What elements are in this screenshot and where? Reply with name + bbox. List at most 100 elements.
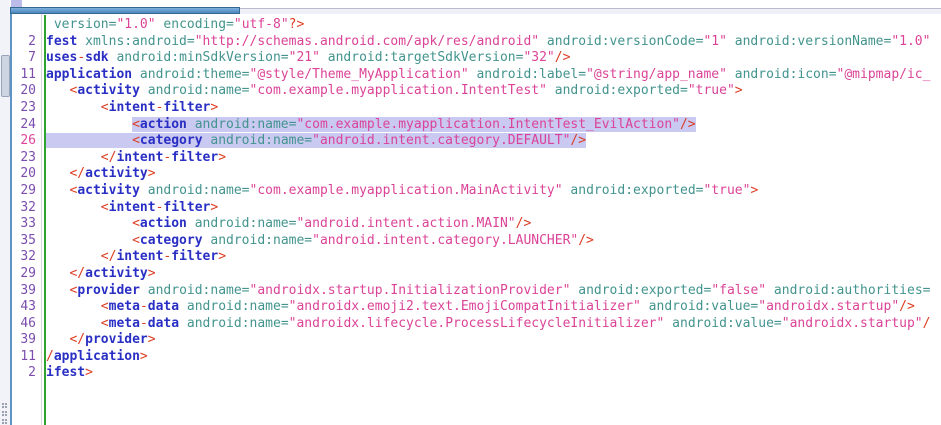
token: > xyxy=(210,100,218,115)
token: "com.example.myapplication.IntentTest" xyxy=(250,83,547,98)
resize-grip-icon[interactable] xyxy=(2,411,8,417)
token: /> xyxy=(555,50,571,65)
left-scrollbar[interactable] xyxy=(0,0,10,425)
token: > xyxy=(85,365,93,380)
code-line[interactable]: 39 </provider> xyxy=(12,332,941,349)
line-number: 32 xyxy=(12,249,46,266)
left-scrollbar-thumb[interactable] xyxy=(1,55,10,97)
token xyxy=(46,283,69,298)
code-line[interactable]: 35 <category android:name="android.inten… xyxy=(12,233,941,250)
token xyxy=(46,266,69,281)
token: "android.intent.category.DEFAULT" xyxy=(312,133,570,148)
code-line[interactable]: 23 <intent-filter> xyxy=(12,100,941,117)
token xyxy=(46,299,101,314)
token: > xyxy=(148,166,156,181)
token: "false" xyxy=(711,283,766,298)
token xyxy=(46,133,132,148)
token: "androidx.emoji2.text.EmojiCompatInitial… xyxy=(289,299,641,314)
token xyxy=(46,316,101,331)
code-line[interactable]: 32 </intent-filter> xyxy=(12,249,941,266)
token: "@mipmap/ic_ xyxy=(837,67,931,82)
token: android:name= xyxy=(187,117,297,132)
line-number: 39 xyxy=(12,283,46,300)
code-text: fest xmlns:android="http://schemas.andro… xyxy=(46,34,930,49)
token: category xyxy=(140,133,203,148)
token: data xyxy=(148,316,179,331)
code-text: </activity> xyxy=(46,266,156,281)
token: meta xyxy=(109,316,140,331)
code-line[interactable]: 33 <action android:name="android.intent.… xyxy=(12,216,941,233)
token: android:name= xyxy=(179,316,289,331)
code-text: </intent-filter> xyxy=(46,249,226,264)
line-number: 39 xyxy=(12,332,46,349)
token: sdk xyxy=(85,50,108,65)
token: android:name= xyxy=(140,83,250,98)
code-line[interactable]: 24 <action android:name="com.example.mya… xyxy=(12,117,941,134)
code-line[interactable]: 39 <provider android:name="androidx.star… xyxy=(12,283,941,300)
token: > xyxy=(735,83,743,98)
token: / xyxy=(923,316,931,331)
token xyxy=(46,249,101,264)
code-line[interactable]: 11application android:theme="@style/Them… xyxy=(12,67,941,84)
token: activity xyxy=(85,266,148,281)
line-number: 43 xyxy=(12,299,46,316)
line-number: 26 xyxy=(12,133,46,150)
token xyxy=(46,117,132,132)
token: /> xyxy=(578,233,594,248)
horizontal-scrollbar-thumb[interactable] xyxy=(10,7,240,14)
token xyxy=(46,233,132,248)
token: intent xyxy=(116,249,163,264)
code-line[interactable]: 2fest xmlns:android="http://schemas.andr… xyxy=(12,34,941,51)
token xyxy=(46,100,101,115)
token: /> xyxy=(570,133,586,148)
resize-grip-icon[interactable] xyxy=(2,403,8,409)
token: android:exported= xyxy=(547,83,688,98)
code-line[interactable]: 26 <category android:name="android.inten… xyxy=(12,133,941,150)
line-number: 2 xyxy=(12,365,46,382)
code-line[interactable]: 29 </activity> xyxy=(12,266,941,283)
token: < xyxy=(132,133,140,148)
code-line[interactable]: 2ifest> xyxy=(12,365,941,382)
horizontal-scrollbar[interactable] xyxy=(10,7,941,14)
token: action xyxy=(140,216,187,231)
line-number: 33 xyxy=(12,216,46,233)
code-line[interactable]: 11/application> xyxy=(12,349,941,366)
token: > xyxy=(148,266,156,281)
code-line[interactable]: 20 <activity android:name="com.example.m… xyxy=(12,83,941,100)
code-lines: version="1.0" encoding="utf-8"?>2fest xm… xyxy=(12,14,941,382)
code-line[interactable]: 32 <intent-filter> xyxy=(12,200,941,217)
token: "@style/Theme_MyApplication" xyxy=(250,67,469,82)
token: android:exported= xyxy=(570,283,711,298)
code-line[interactable]: 43 <meta-data android:name="androidx.emo… xyxy=(12,299,941,316)
code-line[interactable]: 20 </activity> xyxy=(12,166,941,183)
token: </ xyxy=(69,166,85,181)
token: "com.example.myapplication.IntentTest_Ev… xyxy=(296,117,680,132)
token xyxy=(46,183,69,198)
token: provider xyxy=(77,283,140,298)
token: intent xyxy=(109,100,156,115)
code-line[interactable]: 46 <meta-data android:name="androidx.lif… xyxy=(12,316,941,333)
token: android:theme= xyxy=(132,67,249,82)
token: "com.example.myapplication.MainActivity" xyxy=(250,183,563,198)
code-text: </intent-filter> xyxy=(46,150,226,165)
token xyxy=(46,166,69,181)
token: "utf-8" xyxy=(234,17,289,32)
resize-grip-icon[interactable] xyxy=(2,419,8,425)
line-number: 7 xyxy=(12,50,46,67)
code-editor[interactable]: version="1.0" encoding="utf-8"?>2fest xm… xyxy=(10,14,941,425)
code-line[interactable]: 23 </intent-filter> xyxy=(12,150,941,167)
token: activity xyxy=(77,183,140,198)
token: android:name= xyxy=(203,133,313,148)
code-text: ifest> xyxy=(46,365,93,380)
token: android:name= xyxy=(140,283,250,298)
token: category xyxy=(140,233,203,248)
token: android:versionCode= xyxy=(539,34,703,49)
code-text: /application> xyxy=(46,349,148,364)
code-line[interactable]: 29 <activity android:name="com.example.m… xyxy=(12,183,941,200)
token: / xyxy=(46,349,54,364)
token: "1" xyxy=(703,34,726,49)
code-line[interactable]: 7uses-sdk android:minSdkVersion="21" and… xyxy=(12,50,941,67)
code-line[interactable]: version="1.0" encoding="utf-8"?> xyxy=(12,17,941,34)
code-text: <action android:name="com.example.myappl… xyxy=(46,117,696,132)
token: - xyxy=(140,316,148,331)
